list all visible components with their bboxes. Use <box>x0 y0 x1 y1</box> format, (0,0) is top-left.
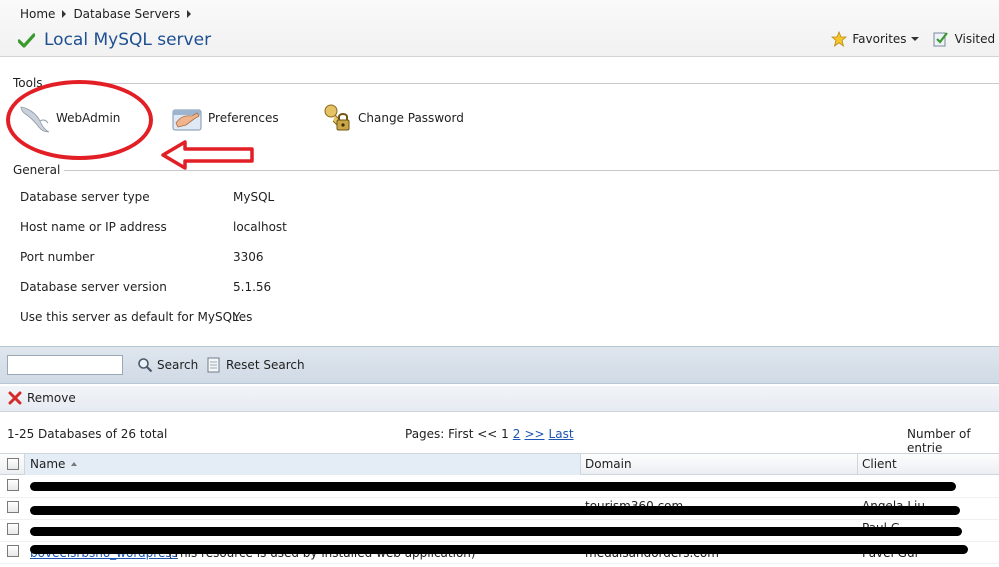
table-row: boveelsrbsho_wordpress (This resource is… <box>0 542 999 564</box>
page-title-text: Local MySQL server <box>44 30 212 50</box>
action-toolbar: Remove <box>0 386 999 412</box>
server-type-label: Database server type <box>20 190 150 204</box>
tools-divider <box>56 83 999 84</box>
search-button[interactable]: Search <box>137 357 198 373</box>
breadcrumb-separator-icon <box>62 10 67 18</box>
table-row: Paul G <box>0 520 999 542</box>
visited-pages-button[interactable]: Visited Pa <box>933 31 999 47</box>
remove-x-icon <box>8 391 22 405</box>
default-server-label: Use this server as default for MySQL <box>20 310 239 324</box>
keys-lock-icon <box>324 104 350 131</box>
redaction-bar <box>30 527 962 536</box>
row-checkbox[interactable] <box>7 545 19 557</box>
search-icon <box>138 358 153 373</box>
last-page-link[interactable]: Last <box>549 427 574 441</box>
row-checkbox[interactable] <box>7 479 19 491</box>
results-summary: 1-25 Databases of 26 total <box>7 427 168 441</box>
host-name-label: Host name or IP address <box>20 220 167 234</box>
highlight-annotation <box>6 80 153 160</box>
change-password-button[interactable]: Change Password <box>320 101 464 135</box>
table-header: Name Domain Client <box>0 453 999 475</box>
page-2-link[interactable]: 2 <box>513 427 521 441</box>
breadcrumb-database-servers[interactable]: Database Servers <box>73 7 180 21</box>
arrow-left-icon <box>161 140 254 170</box>
pagination: Pages: First << 1 2 >> Last <box>405 427 574 441</box>
next-page-link[interactable]: >> <box>524 427 544 441</box>
port-value: 3306 <box>233 250 264 264</box>
visited-pages-label: Visited Pa <box>954 32 999 46</box>
breadcrumb: Home Database Servers <box>20 7 198 21</box>
redaction-bar <box>30 506 960 515</box>
redaction-bar <box>30 482 956 491</box>
preferences-hand-icon <box>172 109 202 131</box>
redaction-bar <box>30 545 968 554</box>
search-button-label: Search <box>157 358 199 372</box>
breadcrumb-separator-icon <box>187 10 192 18</box>
preferences-button[interactable]: Preferences <box>170 101 279 135</box>
column-divider <box>857 454 858 475</box>
visited-pages-icon <box>933 32 948 47</box>
change-password-label: Change Password <box>358 111 464 125</box>
preferences-label: Preferences <box>208 111 279 125</box>
column-divider <box>580 454 581 475</box>
domain-column-header[interactable]: Domain <box>585 457 632 471</box>
checkmark-icon <box>18 32 35 48</box>
default-server-value: Yes <box>233 310 253 324</box>
client-column-header[interactable]: Client <box>862 457 897 471</box>
remove-button[interactable]: Remove <box>8 391 76 405</box>
general-heading: General <box>13 163 65 177</box>
page-header: Home Database Servers Local MySQL server… <box>0 0 999 57</box>
search-input[interactable] <box>7 355 123 375</box>
remove-label: Remove <box>27 391 76 405</box>
name-column-header[interactable]: Name <box>30 457 78 471</box>
page-title: Local MySQL server <box>18 30 211 50</box>
name-column-label: Name <box>30 457 66 471</box>
host-name-value: localhost <box>233 220 287 234</box>
entries-per-page-label: Number of entrie <box>907 427 971 455</box>
pagination-prefix: Pages: First << 1 <box>405 427 509 441</box>
table-row: tourism360.com Angela Liu <box>0 498 999 520</box>
favorites-button[interactable]: Favorites <box>831 31 919 47</box>
select-all-checkbox[interactable] <box>7 458 19 470</box>
breadcrumb-home[interactable]: Home <box>20 7 55 21</box>
top-links: Favorites Visited Pa <box>831 31 999 47</box>
row-checkbox[interactable] <box>7 523 19 535</box>
favorites-label: Favorites <box>852 32 907 46</box>
name-column-bg <box>25 454 580 475</box>
sort-ascending-icon <box>71 462 78 466</box>
reset-search-icon <box>207 357 220 373</box>
search-toolbar: Search Reset Search <box>0 346 999 384</box>
reset-search-label: Reset Search <box>226 358 305 372</box>
port-label: Port number <box>20 250 95 264</box>
row-checkbox[interactable] <box>7 501 19 513</box>
chevron-down-icon <box>910 37 919 41</box>
star-icon <box>831 31 848 47</box>
general-divider <box>56 170 999 171</box>
server-version-value: 5.1.56 <box>233 280 272 294</box>
reset-search-button[interactable]: Reset Search <box>206 357 305 373</box>
server-version-label: Database server version <box>20 280 167 294</box>
table-row <box>0 476 999 498</box>
server-type-value: MySQL <box>233 190 275 204</box>
